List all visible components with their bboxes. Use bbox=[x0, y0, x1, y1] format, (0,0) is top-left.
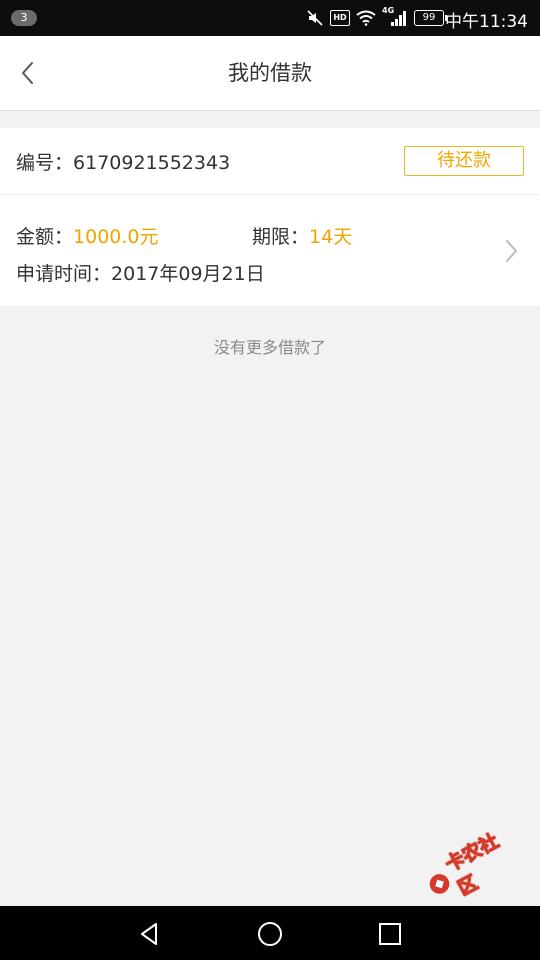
signal-icon: 4G bbox=[382, 6, 408, 27]
wifi-icon bbox=[356, 10, 376, 26]
date-label: 申请时间： bbox=[16, 263, 112, 285]
loan-id: 编号：6170921552343 bbox=[16, 148, 230, 175]
mute-icon bbox=[307, 10, 323, 26]
chevron-right-icon bbox=[506, 240, 517, 262]
date-value: 2017年09月21日 bbox=[111, 263, 265, 285]
status-bar: 3 HD 4G 99 中午11:34 bbox=[0, 0, 540, 36]
loan-id-label: 编号： bbox=[16, 152, 74, 174]
loan-id-value: 6170921552343 bbox=[73, 152, 231, 174]
loan-id-row: 编号：6170921552343 待还款 bbox=[0, 128, 540, 195]
apply-date: 申请时间：2017年09月21日 bbox=[16, 259, 265, 286]
page-title: 我的借款 bbox=[228, 61, 312, 85]
amount-label: 金额： bbox=[16, 226, 74, 248]
nav-home-icon[interactable] bbox=[256, 920, 284, 948]
notification-badge: 3 bbox=[11, 10, 37, 26]
screen: 3 HD 4G 99 中午11:34 我的借款 编号：6170921552343… bbox=[0, 0, 540, 960]
loan-detail-row[interactable]: 金额：1000.0元 期限：14天 申请时间：2017年09月21日 bbox=[0, 194, 540, 306]
nav-back-icon[interactable] bbox=[136, 920, 164, 948]
battery-icon: 99 bbox=[414, 10, 447, 26]
amount-value: 1000.0元 bbox=[73, 226, 159, 248]
term-value: 14天 bbox=[309, 226, 353, 248]
header: 我的借款 bbox=[0, 36, 540, 111]
back-button[interactable] bbox=[16, 60, 40, 86]
status-time: 中午11:34 bbox=[445, 12, 528, 32]
loan-term: 期限：14天 bbox=[252, 222, 352, 249]
list-end-text: 没有更多借款了 bbox=[213, 338, 326, 357]
navigation-bar bbox=[0, 906, 540, 960]
hd-icon: HD bbox=[330, 10, 350, 26]
watermark: 卡农社区 bbox=[422, 827, 526, 904]
nav-recent-icon[interactable] bbox=[376, 920, 404, 948]
loan-card: 编号：6170921552343 待还款 金额：1000.0元 期限：14天 申… bbox=[0, 128, 540, 306]
term-label: 期限： bbox=[252, 226, 310, 248]
loan-amount: 金额：1000.0元 bbox=[16, 222, 159, 249]
status-icons: HD 4G 99 bbox=[306, 6, 447, 28]
status-badge: 待还款 bbox=[404, 146, 524, 176]
